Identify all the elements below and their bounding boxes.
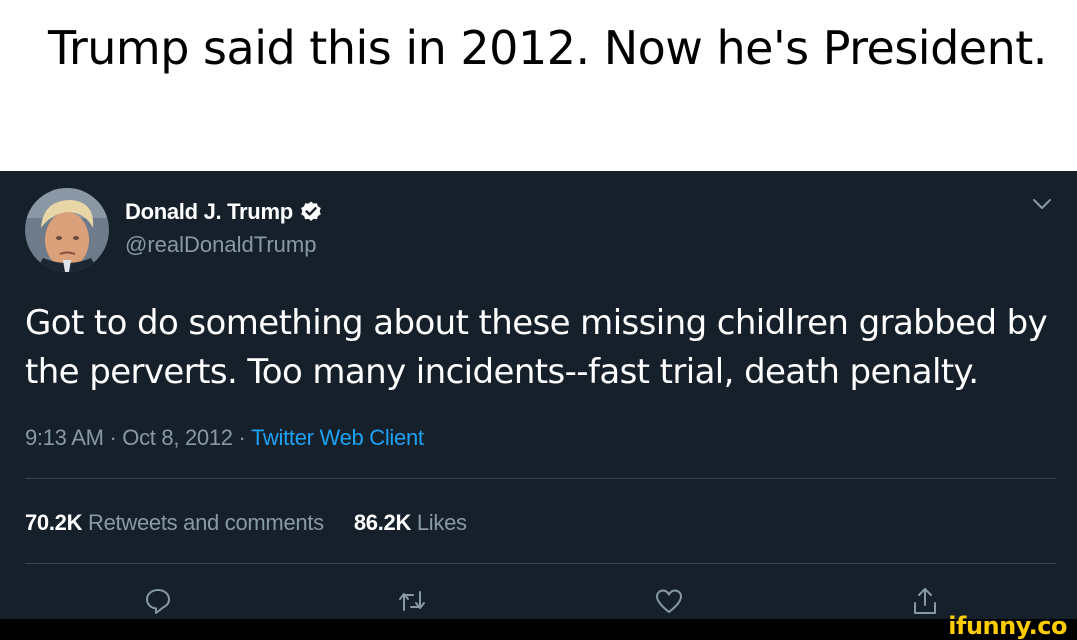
tweet-text: Got to do something about these missing … bbox=[25, 303, 1048, 392]
avatar-photo bbox=[25, 188, 109, 272]
retweets-count: 70.2K bbox=[25, 510, 83, 535]
retweets-label: Retweets and comments bbox=[88, 510, 324, 535]
tweet-card: Donald J. Trump @realDonaldTrump Got to … bbox=[0, 171, 1077, 640]
likes-stat[interactable]: 86.2K Likes bbox=[354, 510, 467, 536]
retweets-stat[interactable]: 70.2K Retweets and comments bbox=[25, 510, 324, 536]
likes-count: 86.2K bbox=[353, 510, 412, 535]
chevron-down-icon[interactable] bbox=[1032, 197, 1052, 211]
heart-icon[interactable] bbox=[654, 586, 684, 616]
likes-label: Likes bbox=[416, 510, 467, 535]
ifunny-watermark: ifunny.co bbox=[948, 612, 1067, 640]
meta-separator: · bbox=[109, 425, 117, 450]
tweet-meta: 9:13 AM · Oct 8, 2012 · Twitter Web Clie… bbox=[25, 425, 424, 451]
watermark-strip bbox=[0, 619, 1077, 640]
reply-icon[interactable] bbox=[143, 586, 173, 616]
verified-badge-icon bbox=[299, 200, 323, 224]
meta-separator: · bbox=[238, 425, 246, 450]
meme-caption: Trump said this in 2012. Now he's Presid… bbox=[48, 21, 1047, 75]
tweet-time[interactable]: 9:13 AM bbox=[25, 425, 104, 450]
tweet-client-link[interactable]: Twitter Web Client bbox=[251, 425, 424, 450]
share-icon[interactable] bbox=[910, 586, 940, 616]
author-handle[interactable]: @realDonaldTrump bbox=[125, 232, 316, 258]
avatar[interactable] bbox=[25, 188, 109, 272]
author-name[interactable]: Donald J. Trump bbox=[125, 199, 293, 225]
divider bbox=[25, 478, 1056, 479]
divider bbox=[25, 563, 1056, 564]
tweet-stats: 70.2K Retweets and comments 86.2K Likes bbox=[25, 510, 467, 536]
tweet-date[interactable]: Oct 8, 2012 bbox=[122, 425, 233, 450]
author-row[interactable]: Donald J. Trump bbox=[125, 199, 323, 225]
retweet-icon[interactable] bbox=[397, 586, 427, 616]
